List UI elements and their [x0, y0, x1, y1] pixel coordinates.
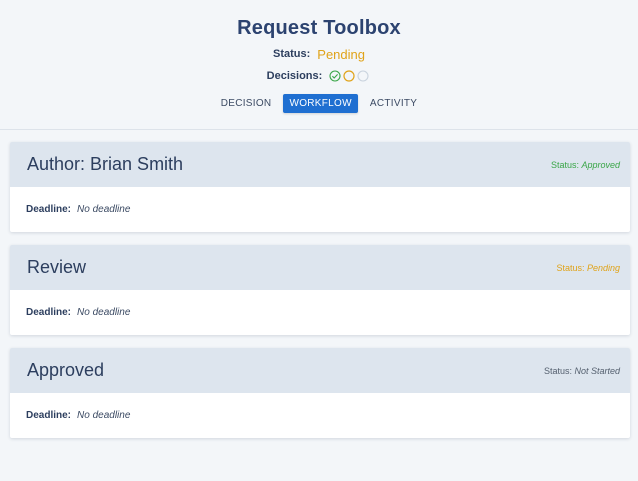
workflow-steps: Author: Brian Smith Status: Approved Dea… [0, 130, 638, 438]
tab-decision[interactable]: DECISION [215, 94, 278, 113]
deadline-label: Deadline: [26, 204, 72, 215]
decision-indicators [329, 70, 371, 82]
status-row: Status: Pending [273, 46, 365, 62]
check-circle-icon [329, 70, 341, 82]
step-status: Status: Not Started [544, 366, 620, 376]
tab-bar: DECISION WORKFLOW ACTIVITY [212, 94, 427, 113]
step-status-label: Status: [556, 262, 585, 273]
deadline-value: No deadline [77, 410, 131, 421]
decisions-row: Decisions: [267, 68, 372, 84]
step-header[interactable]: Approved Status: Not Started [10, 348, 630, 393]
step-status-value: Not Started [574, 365, 620, 376]
page-title: Request Toolbox [237, 17, 401, 39]
workflow-step-card: Review Status: Pending Deadline: No dead… [10, 245, 630, 335]
step-status-value: Approved [581, 159, 620, 170]
not-started-circle-icon [357, 70, 369, 82]
deadline-value: No deadline [77, 204, 131, 215]
deadline-label: Deadline: [26, 410, 72, 421]
step-body: Deadline: No deadline [10, 393, 630, 438]
deadline-label: Deadline: [26, 307, 72, 318]
step-body: Deadline: No deadline [10, 290, 630, 335]
step-status-label: Status: [550, 159, 579, 170]
step-title: Approved [27, 360, 105, 380]
step-title: Review [27, 257, 87, 277]
decisions-label: Decisions: [266, 70, 323, 82]
tab-activity[interactable]: ACTIVITY [364, 94, 423, 113]
pending-circle-icon [343, 70, 355, 82]
request-toolbox-header: Request Toolbox Status: Pending Decision… [0, 0, 638, 130]
step-status-value: Pending [586, 262, 620, 273]
step-header[interactable]: Review Status: Pending [10, 245, 630, 290]
step-body: Deadline: No deadline [10, 187, 630, 232]
step-status-label: Status: [543, 365, 572, 376]
workflow-step-card: Approved Status: Not Started Deadline: N… [10, 348, 630, 438]
tab-workflow[interactable]: WORKFLOW [283, 94, 358, 113]
status-label: Status: [273, 48, 311, 60]
step-status: Status: Pending [556, 263, 620, 273]
workflow-step-card: Author: Brian Smith Status: Approved Dea… [10, 142, 630, 232]
step-title: Author: Brian Smith [27, 154, 184, 174]
step-header[interactable]: Author: Brian Smith Status: Approved [10, 142, 630, 187]
step-status: Status: Approved [551, 160, 620, 170]
deadline-value: No deadline [77, 307, 131, 318]
status-value: Pending [317, 46, 365, 62]
